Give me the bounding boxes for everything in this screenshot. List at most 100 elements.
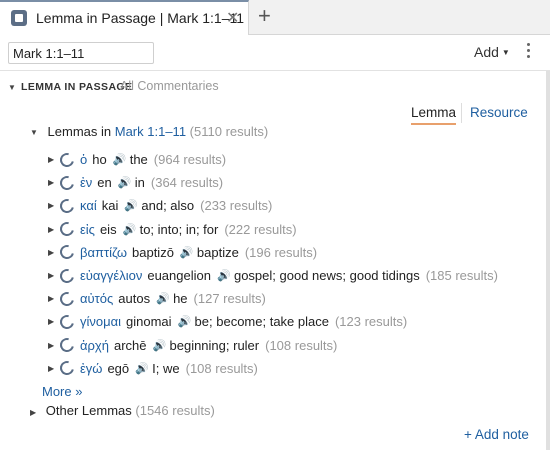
caret-down-icon: ▼ — [501, 48, 510, 57]
lemma-count: (364 results) — [150, 175, 224, 191]
more-link[interactable]: More » — [42, 384, 82, 399]
lemma-transliteration: ho — [92, 152, 107, 168]
expand-icon[interactable]: ▶ — [48, 248, 60, 257]
list-item: ▶ ὁ ho 🔊 the (964 results) — [48, 148, 548, 171]
expand-icon[interactable]: ▶ — [30, 408, 36, 417]
list-item: ▶ ἐγώ egō 🔊 I; we (108 results) — [48, 357, 548, 380]
expand-icon[interactable]: ▶ — [48, 364, 60, 373]
lemma-count: (222 results) — [224, 221, 297, 237]
lemma-count: (127 results) — [193, 291, 266, 307]
lemma-greek[interactable]: εὐαγγέλιον — [80, 268, 142, 283]
root-label: Lemmas in — [47, 124, 112, 139]
collapse-section-icon[interactable]: ▼ — [8, 83, 16, 92]
add-button-label: Add — [474, 44, 499, 60]
speaker-icon[interactable]: 🔊 — [153, 339, 167, 352]
lemma-count: (233 results) — [200, 198, 273, 214]
speaker-icon[interactable]: 🔊 — [156, 292, 170, 305]
lemma-gloss: he — [173, 291, 188, 307]
lemma-icon — [57, 219, 77, 239]
list-item: ▶ καί kai 🔊 and; also (233 results) — [48, 194, 548, 217]
lemma-icon — [57, 173, 77, 193]
lemma-gloss: be; become; take place — [194, 314, 329, 330]
lemma-gloss: the — [129, 152, 148, 168]
passage-link[interactable]: Mark 1:1–11 — [115, 124, 186, 139]
speaker-icon[interactable]: 🔊 — [124, 199, 138, 212]
expand-icon[interactable]: ▶ — [48, 271, 60, 280]
lemma-gloss: and; also — [141, 198, 195, 214]
list-item: ▶ αὐτός autos 🔊 he (127 results) — [48, 287, 548, 310]
lemma-icon — [57, 358, 77, 378]
other-lemmas-label[interactable]: Other Lemmas — [46, 403, 132, 418]
lemma-gloss: in — [134, 175, 145, 191]
more-options-icon[interactable] — [526, 43, 532, 63]
speaker-icon[interactable]: 🔊 — [217, 269, 231, 282]
lemma-list: ▶ ὁ ho 🔊 the (964 results) ▶ ἐν en 🔊 in … — [48, 148, 548, 380]
lemmas-tree-root: ▼ Lemmas in Mark 1:1–11 (5110 results) — [30, 124, 268, 139]
expand-icon[interactable]: ▶ — [48, 155, 60, 164]
tab-lemma[interactable]: Lemma — [411, 105, 457, 125]
lemma-count: (185 results) — [425, 268, 498, 284]
reference-input[interactable] — [8, 42, 154, 64]
toolbar: Add▼ — [0, 35, 550, 71]
lemma-greek[interactable]: ἀρχή — [80, 338, 109, 353]
list-item: ▶ γίνομαι ginomai 🔊 be; become; take pla… — [48, 310, 548, 333]
collapse-icon[interactable]: ▼ — [30, 128, 38, 137]
speaker-icon[interactable]: 🔊 — [180, 246, 194, 259]
lemma-icon — [57, 196, 77, 216]
lemma-transliteration: euangelion — [147, 268, 211, 284]
lemma-transliteration: egō — [107, 360, 130, 376]
list-item: ▶ ἀρχή archē 🔊 beginning; ruler (108 res… — [48, 334, 548, 357]
lemma-gloss: to; into; in; for — [139, 221, 219, 237]
list-item: ▶ βαπτίζω baptizō 🔊 baptize (196 results… — [48, 241, 548, 264]
lemma-icon — [57, 242, 77, 262]
lemma-gloss: gospel; good news; good tidings — [233, 268, 420, 284]
all-commentaries-link[interactable]: All Commentaries — [120, 79, 219, 93]
section-header: ▼ LEMMA IN PASSAGE All Commentaries — [0, 78, 550, 98]
speaker-icon[interactable]: 🔊 — [135, 362, 149, 375]
expand-icon[interactable]: ▶ — [48, 225, 60, 234]
tab-resource[interactable]: Resource — [470, 105, 528, 120]
scrollbar[interactable] — [546, 71, 550, 450]
lemma-greek[interactable]: ἐγώ — [80, 361, 102, 376]
lemma-icon — [57, 150, 77, 170]
lemma-greek[interactable]: αὐτός — [80, 291, 113, 306]
lemma-count: (964 results) — [153, 152, 227, 168]
speaker-icon[interactable]: 🔊 — [123, 223, 137, 236]
add-note-button[interactable]: + Add note — [464, 427, 529, 442]
expand-icon[interactable]: ▶ — [48, 178, 60, 187]
lemma-transliteration: baptizō — [132, 244, 174, 260]
lemma-transliteration: autos — [118, 291, 151, 307]
tab-bar: Lemma in Passage | Mark 1:1–11 ✕ + — [0, 0, 550, 35]
tab-lemma-in-passage[interactable]: Lemma in Passage | Mark 1:1–11 ✕ — [0, 0, 249, 35]
panel-icon — [11, 10, 27, 26]
expand-icon[interactable]: ▶ — [48, 317, 60, 326]
speaker-icon[interactable]: 🔊 — [118, 176, 132, 189]
expand-icon[interactable]: ▶ — [48, 294, 60, 303]
lemma-greek[interactable]: ὁ — [80, 152, 87, 167]
add-button[interactable]: Add ▼ — [474, 44, 510, 60]
lemma-greek[interactable]: εἰς — [80, 222, 95, 237]
expand-icon[interactable]: ▶ — [48, 201, 60, 210]
lemma-count: (196 results) — [244, 244, 318, 260]
lemma-greek[interactable]: καί — [80, 198, 97, 213]
expand-icon[interactable]: ▶ — [48, 341, 60, 350]
close-icon[interactable]: ✕ — [226, 8, 239, 28]
new-tab-button[interactable]: + — [258, 3, 271, 29]
lemma-transliteration: archē — [113, 337, 147, 353]
speaker-icon[interactable]: 🔊 — [178, 315, 192, 328]
lemma-greek[interactable]: βαπτίζω — [80, 245, 127, 260]
lemma-icon — [57, 312, 77, 332]
list-item: ▶ ἐν en 🔊 in (364 results) — [48, 171, 548, 194]
lemma-greek[interactable]: γίνομαι — [80, 314, 121, 329]
lemma-transliteration: ginomai — [126, 314, 172, 330]
lemma-icon — [57, 335, 77, 355]
other-lemmas-node: ▶ Other Lemmas (1546 results) — [30, 403, 215, 418]
lemma-gloss: baptize — [196, 244, 239, 260]
lemma-transliteration: kai — [101, 198, 119, 214]
speaker-icon[interactable]: 🔊 — [113, 153, 127, 166]
switcher-divider — [461, 103, 462, 123]
lemma-gloss: beginning; ruler — [169, 337, 260, 353]
lemma-count: (108 results) — [185, 360, 258, 376]
lemma-greek[interactable]: ἐν — [80, 175, 92, 190]
other-lemmas-count: (1546 results) — [135, 403, 215, 418]
